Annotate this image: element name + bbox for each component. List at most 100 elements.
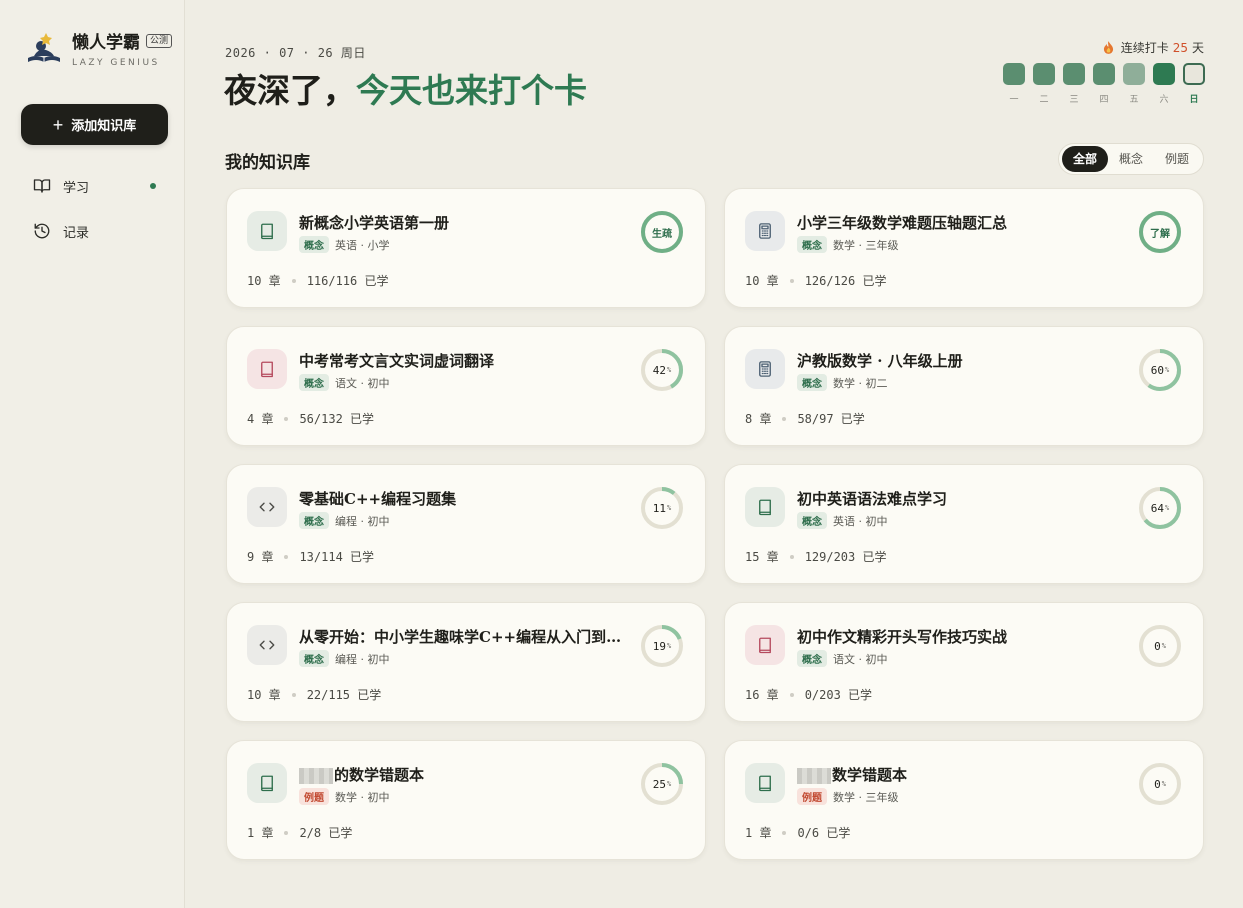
separator-dot bbox=[782, 830, 787, 835]
card-meta: 概念 语文 · 初中 bbox=[797, 650, 888, 667]
card-footer: 16 章 0/203 已学 bbox=[745, 686, 872, 703]
flame-icon bbox=[1103, 41, 1113, 54]
chapter-count: 1 章 bbox=[745, 826, 772, 840]
card-icon bbox=[745, 487, 785, 527]
card-title-text: 中考常考文言文实词虚词翻译 bbox=[299, 352, 495, 370]
progress-value: 0 bbox=[1154, 777, 1161, 791]
chapter-count: 16 章 bbox=[745, 688, 779, 702]
plus-icon: + bbox=[52, 114, 64, 135]
checkin-square bbox=[1123, 63, 1145, 85]
week-day: 一 bbox=[1003, 63, 1025, 105]
card-subject: 语文 · 初中 bbox=[833, 652, 888, 666]
progress-ring: 0% bbox=[1137, 761, 1183, 807]
book-icon bbox=[261, 361, 273, 378]
code-icon bbox=[259, 502, 275, 512]
week-day: 六 bbox=[1153, 63, 1175, 105]
card-tag: 概念 bbox=[299, 374, 329, 391]
weekday-label: 日 bbox=[1189, 95, 1199, 105]
checkin-square bbox=[1003, 63, 1025, 85]
card-subject: 数学 · 三年级 bbox=[833, 790, 899, 804]
card-subject: 数学 · 初中 bbox=[335, 790, 390, 804]
chapter-count: 10 章 bbox=[247, 274, 281, 288]
book-icon bbox=[759, 637, 771, 654]
card-subject: 数学 · 初二 bbox=[833, 376, 888, 390]
knowledge-base-card[interactable]: 零基础C++编程习题集 概念 编程 · 初中 9 章 13/114 已学 11% bbox=[226, 464, 706, 584]
book-icon bbox=[759, 499, 771, 516]
progress-value: 0 bbox=[1154, 639, 1161, 653]
checkin-square bbox=[1033, 63, 1055, 85]
card-tag: 例题 bbox=[299, 788, 329, 805]
sidebar-item-study[interactable]: 学习 bbox=[21, 168, 168, 204]
card-title-text: 新概念小学英语第一册 bbox=[299, 214, 450, 232]
knowledge-base-card[interactable]: 小学三年级数学难题压轴题汇总 概念 数学 · 三年级 10 章 126/126 … bbox=[724, 188, 1204, 308]
separator-dot bbox=[284, 554, 289, 559]
card-title-text: 沪教版数学 · 八年级上册 bbox=[797, 352, 963, 370]
knowledge-base-card[interactable]: 新概念小学英语第一册 概念 英语 · 小学 10 章 116/116 已学 生疏 bbox=[226, 188, 706, 308]
card-tag: 概念 bbox=[797, 236, 827, 253]
beta-badge: 公测 bbox=[146, 33, 173, 48]
checkin-square bbox=[1153, 63, 1175, 85]
card-title: 数学错题本 bbox=[797, 764, 907, 785]
chapter-count: 10 章 bbox=[247, 688, 281, 702]
studied-count: 0/6 已学 bbox=[797, 826, 851, 840]
checkin-square bbox=[1093, 63, 1115, 85]
logo-icon bbox=[28, 33, 60, 62]
sidebar: 懒人学霸 公测 LAZY GENIUS + 添加知识库 学习 记录 bbox=[0, 0, 185, 908]
progress-ring: 了解 bbox=[1137, 209, 1183, 255]
knowledge-base-card[interactable]: 的数学错题本 例题 数学 · 初中 1 章 2/8 已学 25% bbox=[226, 740, 706, 860]
separator-dot bbox=[789, 554, 794, 559]
week-day: 二 bbox=[1033, 63, 1055, 105]
filter-tab-concept[interactable]: 概念 bbox=[1108, 146, 1154, 172]
card-meta: 概念 编程 · 初中 bbox=[299, 650, 390, 667]
knowledge-base-card[interactable]: 从零开始：中小学生趣味学C++编程从入门到精通 概念 编程 · 初中 10 章 … bbox=[226, 602, 706, 722]
progress-ring: 11% bbox=[639, 485, 685, 531]
week-day: 五 bbox=[1123, 63, 1145, 105]
progress-ring: 0% bbox=[1137, 623, 1183, 669]
add-knowledge-base-button[interactable]: + 添加知识库 bbox=[21, 104, 168, 145]
week-day: 日 bbox=[1183, 63, 1205, 105]
card-tag: 概念 bbox=[299, 650, 329, 667]
brand-name: 懒人学霸 bbox=[72, 33, 140, 53]
chapter-count: 4 章 bbox=[247, 412, 274, 426]
sidebar-item-records[interactable]: 记录 bbox=[21, 213, 168, 249]
knowledge-base-card[interactable]: 初中作文精彩开头写作技巧实战 概念 语文 · 初中 16 章 0/203 已学 … bbox=[724, 602, 1204, 722]
knowledge-base-card[interactable]: 数学错题本 例题 数学 · 三年级 1 章 0/6 已学 0% bbox=[724, 740, 1204, 860]
card-icon bbox=[247, 763, 287, 803]
card-tag: 例题 bbox=[797, 788, 827, 805]
progress-ring: 19% bbox=[639, 623, 685, 669]
card-title-text: 数学错题本 bbox=[832, 766, 908, 784]
calculator-icon bbox=[759, 361, 771, 377]
filter-tab-example[interactable]: 例题 bbox=[1154, 146, 1200, 172]
knowledge-base-card[interactable]: 中考常考文言文实词虚词翻译 概念 语文 · 初中 4 章 56/132 已学 4… bbox=[226, 326, 706, 446]
card-footer: 9 章 13/114 已学 bbox=[247, 548, 374, 565]
knowledge-base-card[interactable]: 初中英语语法难点学习 概念 英语 · 初中 15 章 129/203 已学 64… bbox=[724, 464, 1204, 584]
knowledge-base-card[interactable]: 沪教版数学 · 八年级上册 概念 数学 · 初二 8 章 58/97 已学 60… bbox=[724, 326, 1204, 446]
studied-count: 0/203 已学 bbox=[804, 688, 873, 702]
card-footer: 10 章 116/116 已学 bbox=[247, 272, 389, 289]
week-day: 三 bbox=[1063, 63, 1085, 105]
history-icon bbox=[34, 223, 50, 239]
filter-tab-all[interactable]: 全部 bbox=[1061, 146, 1108, 172]
week-checkin: 一 二 三 四 五 六 日 bbox=[1003, 63, 1205, 105]
card-icon bbox=[247, 349, 287, 389]
streak-prefix: 连续打卡 bbox=[1120, 41, 1169, 55]
add-knowledge-base-label: 添加知识库 bbox=[71, 118, 137, 133]
separator-dot bbox=[284, 416, 289, 421]
studied-count: 56/132 已学 bbox=[299, 412, 375, 426]
progress-value: 11 bbox=[652, 501, 667, 515]
progress-value: 60 bbox=[1150, 363, 1165, 377]
separator-dot bbox=[789, 278, 794, 283]
knowledge-base-grid: 新概念小学英语第一册 概念 英语 · 小学 10 章 116/116 已学 生疏… bbox=[226, 188, 1204, 860]
brand[interactable]: 懒人学霸 公测 LAZY GENIUS bbox=[24, 28, 173, 68]
card-title-text: 初中作文精彩开头写作技巧实战 bbox=[797, 628, 1008, 646]
active-indicator-dot bbox=[150, 183, 156, 189]
sidebar-nav: 学习 记录 bbox=[21, 168, 168, 258]
card-icon bbox=[745, 625, 785, 665]
progress-value: 19 bbox=[652, 639, 667, 653]
card-subject: 编程 · 初中 bbox=[335, 514, 390, 528]
weekday-label: 二 bbox=[1039, 95, 1049, 105]
card-title-text: 初中英语语法难点学习 bbox=[797, 490, 948, 508]
mastery-status: 生疏 bbox=[652, 228, 672, 240]
separator-dot bbox=[789, 692, 794, 697]
card-meta: 概念 语文 · 初中 bbox=[299, 374, 390, 391]
